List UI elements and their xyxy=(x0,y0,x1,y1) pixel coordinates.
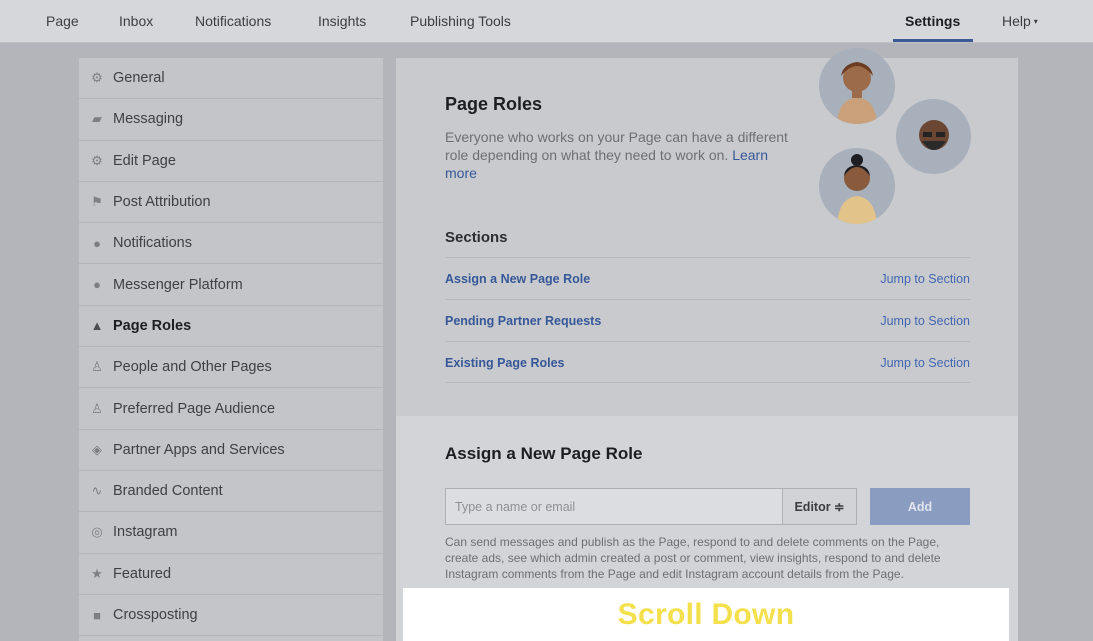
name-or-email-input[interactable] xyxy=(445,488,783,525)
sidebar-item-label: Messenger Platform xyxy=(113,276,243,293)
avatar-illustration-man xyxy=(896,99,971,174)
gear-icon: ⚙ xyxy=(91,70,103,86)
sidebar-item-label: Instagram xyxy=(113,524,178,541)
role-select[interactable]: Editor ≑ xyxy=(782,488,857,525)
sidebar-item-label: General xyxy=(113,70,165,87)
section-row-assign: Assign a New Page Role Jump to Section xyxy=(445,257,970,299)
box-icon: ◈ xyxy=(92,441,102,457)
handshake-icon: ∿ xyxy=(91,483,103,499)
jump-to-section-link[interactable]: Jump to Section xyxy=(880,272,970,286)
sidebar-item-edit-page[interactable]: ⚙ Edit Page xyxy=(79,141,383,182)
jump-to-section-link[interactable]: Jump to Section xyxy=(880,314,970,328)
section-row-pending: Pending Partner Requests Jump to Section xyxy=(445,299,970,341)
globe-icon: ● xyxy=(93,235,101,251)
nav-page[interactable]: Page xyxy=(46,13,79,29)
settings-sidebar: ⚙ General ▰ Messaging ⚙ Edit Page ⚑ Post Attrib… xyxy=(79,58,383,641)
assign-role-title: Assign a New Page Role xyxy=(445,444,643,463)
avatar-illustration-woman-bun xyxy=(819,148,895,224)
sidebar-item-branded-content[interactable]: ∿ Branded Content xyxy=(79,471,383,513)
avatar-illustration-woman xyxy=(819,48,895,124)
gear-icon: ⚙ xyxy=(91,152,103,168)
section-link-assign[interactable]: Assign a New Page Role xyxy=(445,272,590,286)
messenger-icon: ● xyxy=(93,277,101,293)
sidebar-item-label: Featured xyxy=(113,565,172,582)
sidebar-item-messaging[interactable]: ▰ Messaging xyxy=(79,99,383,141)
divider xyxy=(445,382,970,383)
sidebar-item-featured[interactable]: ★ Featured xyxy=(79,554,383,595)
sidebar-item-label: Post Attribution xyxy=(113,194,211,211)
sidebar-item-messenger-platform[interactable]: ● Messenger Platform xyxy=(79,264,383,306)
active-tab-indicator xyxy=(893,39,973,42)
person-plus-icon: ♙ xyxy=(91,359,103,375)
nav-help[interactable]: Help ▾ xyxy=(1002,13,1038,29)
section-link-pending[interactable]: Pending Partner Requests xyxy=(445,314,601,328)
nav-settings[interactable]: Settings xyxy=(905,13,960,29)
section-link-existing[interactable]: Existing Page Roles xyxy=(445,356,564,370)
flag-icon: ⚑ xyxy=(91,194,103,210)
sidebar-item-partner-apps-and-services[interactable]: ◈ Partner Apps and Services xyxy=(79,430,383,471)
sidebar-item-post-attribution[interactable]: ⚑ Post Attribution xyxy=(79,182,383,224)
page-roles-description: Everyone who works on your Page can have… xyxy=(445,128,795,182)
sidebar-item-page-roles[interactable]: ▲ Page Roles xyxy=(79,306,383,348)
sidebar-item-label: Preferred Page Audience xyxy=(113,400,276,417)
person-plus-icon: ♙ xyxy=(91,400,103,416)
top-navigation: Page Inbox Notifications Insights Publis… xyxy=(0,0,1093,43)
sidebar-item-label: Notifications xyxy=(113,235,192,252)
sidebar-item-crossposting[interactable]: ■ Crossposting xyxy=(79,595,383,637)
sidebar-item-label: Messaging xyxy=(113,111,184,128)
sidebar-item-general[interactable]: ⚙ General xyxy=(79,58,383,100)
sidebar-item-label: Partner Apps and Services xyxy=(113,441,285,458)
sidebar-item-people-and-other-pages[interactable]: ♙ People and Other Pages xyxy=(79,347,383,389)
nav-inbox[interactable]: Inbox xyxy=(119,13,153,29)
add-button[interactable]: Add xyxy=(870,488,970,525)
sidebar-item-label: Edit Page xyxy=(113,152,176,169)
jump-to-section-link[interactable]: Jump to Section xyxy=(880,356,970,370)
nav-help-label: Help xyxy=(1002,13,1031,29)
sections-heading: Sections xyxy=(445,229,508,246)
section-row-existing: Existing Page Roles Jump to Section xyxy=(445,341,970,383)
sidebar-item-label: Crossposting xyxy=(113,607,198,623)
scroll-down-banner: Scroll Down xyxy=(403,588,1009,641)
chat-bubbles-icon: ▰ xyxy=(92,111,102,127)
sidebar-item-notifications[interactable]: ● Notifications xyxy=(79,223,383,265)
sidebar-item-preferred-page-audience[interactable]: ♙ Preferred Page Audience xyxy=(79,388,383,430)
nav-publishing-tools[interactable]: Publishing Tools xyxy=(410,13,511,29)
sidebar-item-label: Page Roles xyxy=(113,317,192,334)
video-camera-icon: ■ xyxy=(93,607,101,623)
star-icon: ★ xyxy=(91,565,103,581)
instagram-icon: ◎ xyxy=(91,524,103,540)
sidebar-item-label: Branded Content xyxy=(113,483,223,500)
page-title: Page Roles xyxy=(445,94,543,114)
sidebar-item-label: People and Other Pages xyxy=(113,359,272,376)
nav-notifications[interactable]: Notifications xyxy=(195,13,271,29)
person-icon: ▲ xyxy=(90,318,104,334)
role-description: Can send messages and publish as the Pag… xyxy=(445,535,941,581)
nav-insights[interactable]: Insights xyxy=(318,13,366,29)
scroll-down-text: Scroll Down xyxy=(617,597,795,631)
chevron-down-icon: ▾ xyxy=(1033,17,1038,26)
page-roles-panel: Page Roles Everyone who works on your Pa… xyxy=(396,48,1018,416)
sidebar-item-instagram[interactable]: ◎ Instagram xyxy=(79,512,383,554)
